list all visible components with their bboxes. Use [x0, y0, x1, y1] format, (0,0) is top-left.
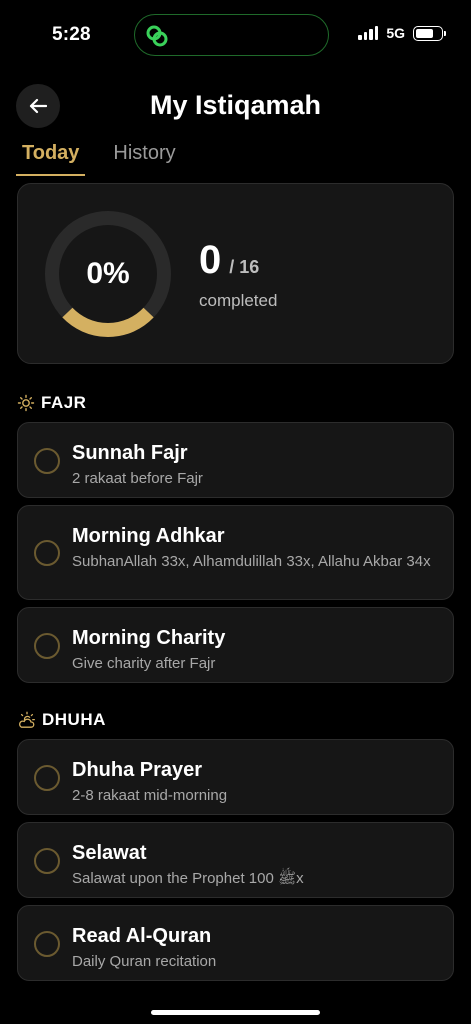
progress-count: 0 / 16	[199, 240, 259, 280]
completed-label: completed	[199, 291, 278, 310]
task-title: Morning Charity	[72, 627, 226, 649]
total-count: / 16	[229, 257, 260, 277]
task-card-sunnah-fajr[interactable]: Sunnah Fajr 2 rakaat before Fajr	[17, 422, 454, 498]
tab-today[interactable]: Today	[16, 140, 86, 176]
section-header-fajr: FAJR	[17, 393, 86, 413]
task-card-selawat[interactable]: Selawat Salawat upon the Prophet 100 ﷺx	[17, 822, 454, 898]
sun-cloud-icon	[19, 711, 35, 728]
section-title: DHUHA	[42, 710, 106, 729]
app-screen: 5:28 5G My Istiqamah Today History 0% 0 …	[0, 0, 471, 1024]
status-indicators: 5G	[358, 25, 446, 41]
task-subtitle: 2 rakaat before Fajr	[72, 470, 203, 487]
task-title: Dhuha Prayer	[72, 759, 203, 781]
task-card-morning-adhkar[interactable]: Morning Adhkar SubhanAllah 33x, Alhamdul…	[17, 505, 454, 600]
task-title: Read Al-Quran	[72, 925, 212, 947]
task-card-morning-charity[interactable]: Morning Charity Give charity after Fajr	[17, 607, 454, 683]
task-subtitle: Salawat upon the Prophet 100 ﷺx	[72, 870, 304, 887]
task-checkbox[interactable]	[34, 540, 60, 566]
home-indicator[interactable]	[151, 1010, 320, 1015]
task-subtitle: Give charity after Fajr	[72, 655, 216, 672]
task-checkbox[interactable]	[34, 848, 60, 874]
task-subtitle: SubhanAllah 33x, Alhamdulillah 33x, Alla…	[72, 553, 431, 570]
task-title: Morning Adhkar	[72, 525, 225, 547]
task-subtitle: Daily Quran recitation	[72, 953, 217, 970]
task-checkbox[interactable]	[34, 765, 60, 791]
sun-icon	[17, 394, 35, 412]
page-title: My Istiqamah	[149, 90, 322, 120]
section-title: FAJR	[41, 393, 87, 412]
battery-icon	[413, 25, 446, 41]
dynamic-island[interactable]	[134, 14, 329, 56]
tab-bar: Today History	[16, 140, 182, 176]
signal-icon	[358, 26, 379, 40]
tab-history[interactable]: History	[107, 140, 181, 176]
task-checkbox[interactable]	[34, 633, 60, 659]
progress-card: 0% 0 / 16 completed	[17, 183, 454, 364]
status-time: 5:28	[52, 24, 91, 45]
progress-percent: 0%	[86, 257, 130, 290]
network-label: 5G	[386, 25, 405, 41]
task-card-read-al-quran[interactable]: Read Al-Quran Daily Quran recitation	[17, 905, 454, 981]
task-title: Selawat	[72, 842, 147, 864]
task-title: Sunnah Fajr	[72, 442, 188, 464]
completed-count: 0	[199, 238, 222, 282]
task-checkbox[interactable]	[34, 448, 60, 474]
task-subtitle: 2-8 rakaat mid-morning	[72, 787, 228, 804]
section-header-dhuha: DHUHA	[17, 710, 106, 730]
task-card-dhuha-prayer[interactable]: Dhuha Prayer 2-8 rakaat mid-morning	[17, 739, 454, 815]
status-bar: 5:28 5G	[0, 0, 471, 70]
task-checkbox[interactable]	[34, 931, 60, 957]
link-rings-icon	[146, 25, 168, 47]
